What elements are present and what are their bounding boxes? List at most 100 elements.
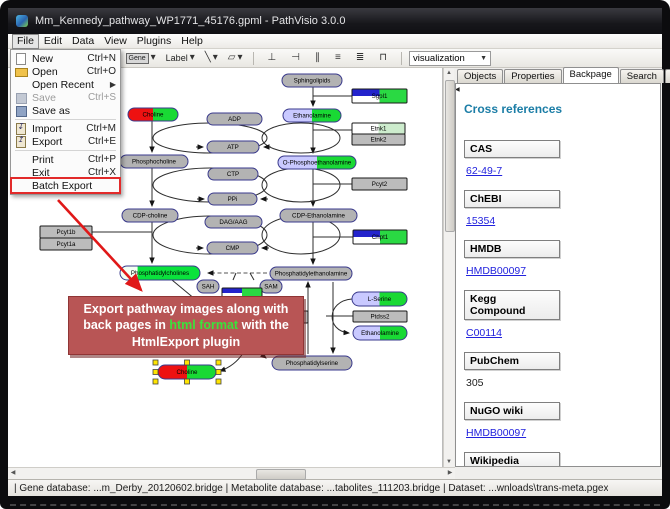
- distribute-horizontal-icon: ∥: [315, 53, 320, 63]
- menu-item-shortcut: Ctrl+O: [87, 66, 116, 77]
- distribute-vertical-button[interactable]: ≡: [332, 50, 344, 66]
- pathway-node-cmp[interactable]: CMP: [207, 242, 258, 254]
- menu-item-save-as[interactable]: Save as: [12, 104, 119, 117]
- xref-link-hmdb00097[interactable]: HMDB00097: [466, 265, 526, 277]
- scroll-right-arrow[interactable]: ▶: [445, 468, 455, 479]
- export-icon: [15, 136, 28, 147]
- line-tool-button[interactable]: ╲ ▾: [202, 50, 221, 66]
- scroll-left-arrow[interactable]: ◀: [8, 468, 18, 479]
- pathway-node-adp[interactable]: ADP: [207, 113, 262, 125]
- pathway-edge: [262, 168, 340, 202]
- distribute-horizontal-button[interactable]: ∥: [312, 50, 323, 66]
- pathway-node-phosphatidylcholines[interactable]: Phosphatidylcholines: [120, 266, 200, 280]
- scroll-up-arrow[interactable]: ▲: [444, 68, 454, 78]
- menu-item-new[interactable]: NewCtrl+N: [12, 52, 119, 65]
- chevron-down-icon: ▾: [190, 53, 195, 63]
- xref-section-title-wikipedia: Wikipedia: [464, 452, 560, 467]
- pathway-node-atp[interactable]: ATP: [207, 141, 259, 153]
- menubar-item-help[interactable]: Help: [176, 35, 208, 48]
- pathway-node-etnk1[interactable]: Etnk1: [352, 123, 405, 134]
- tab-objects[interactable]: Objects: [457, 69, 503, 83]
- tab-legend[interactable]: Legend: [665, 69, 670, 83]
- pathway-node-cdp-ethanolamine[interactable]: CDP-Ethanolamine: [280, 209, 357, 222]
- pathway-node-o-phosphoethanolamine[interactable]: O-Phosphoethanolamine: [278, 156, 356, 169]
- group-button[interactable]: ⊓: [376, 50, 390, 66]
- pathway-node-phosphatidylserine[interactable]: Phosphatidylserine: [272, 356, 352, 370]
- xref-link-15354[interactable]: 15354: [466, 215, 495, 227]
- cross-references-heading: Cross references: [464, 102, 652, 116]
- canvas-horizontal-scrollbar[interactable]: ◀ ▶: [8, 467, 455, 479]
- pathway-node-cdp-choline[interactable]: CDP-choline: [122, 209, 178, 222]
- pathway-node-ppi[interactable]: PPi: [208, 193, 257, 205]
- add-label-button[interactable]: Label ▾: [163, 50, 198, 66]
- menubar-item-edit[interactable]: Edit: [39, 35, 67, 48]
- menu-item-export[interactable]: ExportCtrl+E: [12, 135, 119, 148]
- xref-section-title-pubchem: PubChem: [464, 352, 560, 370]
- selection-handle[interactable]: [185, 360, 190, 365]
- pathway-node-dag-aag[interactable]: DAG/AAG: [205, 216, 262, 228]
- scroll-down-arrow[interactable]: ▼: [444, 457, 454, 467]
- pathway-node-ptdss2[interactable]: Ptdss2: [353, 311, 407, 322]
- collapse-panel-icon[interactable]: ◀: [455, 84, 462, 96]
- menu-item-label: Open: [32, 66, 81, 78]
- selection-handle[interactable]: [185, 379, 190, 384]
- pathway-node-phosphocholine[interactable]: Phosphocholine: [120, 155, 188, 168]
- pathway-node-chpt1[interactable]: Chpt1: [353, 230, 407, 244]
- align-center-button[interactable]: ⊥: [265, 50, 280, 66]
- selection-handle[interactable]: [216, 360, 221, 365]
- selection-handle[interactable]: [153, 379, 158, 384]
- pathway-node-sah[interactable]: SAH: [197, 280, 219, 293]
- xref-link-c00114[interactable]: C00114: [466, 327, 502, 339]
- add-datanode-button[interactable]: Gene ▾: [123, 50, 159, 66]
- menu-item-label: Save: [32, 92, 82, 104]
- node-label: Phosphatidylethanolamine: [275, 271, 348, 278]
- menubar-item-data[interactable]: Data: [67, 35, 99, 48]
- visualization-combobox[interactable]: visualization ▼: [409, 51, 491, 66]
- tab-properties[interactable]: Properties: [504, 69, 561, 83]
- selection-handle[interactable]: [153, 370, 158, 375]
- xref-value-kegg-compound: C00114: [466, 327, 652, 339]
- xref-link-hmdb00097[interactable]: HMDB00097: [466, 427, 526, 439]
- pathway-node-pcyt1b[interactable]: Pcyt1b: [40, 226, 92, 238]
- pathway-node-pcyt2[interactable]: Pcyt2: [352, 178, 407, 190]
- pathway-node-phosphatidylethanolamine[interactable]: Phosphatidylethanolamine: [270, 267, 352, 280]
- pathway-node-sgpl1[interactable]: Sgpl1: [352, 89, 407, 103]
- selection-handle[interactable]: [153, 360, 158, 365]
- menu-item-print[interactable]: PrintCtrl+P: [12, 153, 119, 166]
- pathway-node-l-serine[interactable]: L-Serine: [352, 292, 407, 306]
- pathway-node-etnk2[interactable]: Etnk2: [352, 134, 405, 145]
- selection-handle[interactable]: [216, 370, 221, 375]
- horizontal-scroll-thumb[interactable]: [256, 469, 306, 480]
- submenu-arrow-icon: ▶: [110, 80, 116, 89]
- pathway-node-sam[interactable]: SAM: [260, 280, 282, 293]
- menu-item-open-recent[interactable]: Open Recent▶: [12, 78, 119, 91]
- pathway-node-ethanolamine-2[interactable]: Ethanolamine: [353, 326, 407, 340]
- selection-handle[interactable]: [216, 379, 221, 384]
- menu-item-batch-export[interactable]: Batch Export: [12, 179, 119, 192]
- canvas-vertical-scrollbar[interactable]: ▲ ▼: [443, 68, 454, 467]
- chevron-down-icon: ▾: [238, 53, 243, 63]
- status-bar: | Gene database: ...m_Derby_20120602.bri…: [8, 479, 662, 496]
- align-middle-button[interactable]: ⊣: [288, 50, 303, 66]
- menubar-item-plugins[interactable]: Plugins: [132, 35, 176, 48]
- xref-link-62-49-7[interactable]: 62-49-7: [466, 165, 502, 177]
- pathway-node-ethanolamine-1[interactable]: Ethanolamine: [283, 109, 341, 122]
- menubar-item-view[interactable]: View: [99, 35, 132, 48]
- toolbar-divider: [401, 52, 402, 65]
- stack-button[interactable]: ≣: [353, 50, 367, 66]
- tab-search[interactable]: Search: [620, 69, 664, 83]
- tab-backpage[interactable]: Backpage: [563, 67, 619, 83]
- pathway-node-choline-top[interactable]: Choline: [128, 108, 178, 121]
- pathway-node-sphingolipids[interactable]: Sphingolipids: [282, 74, 342, 87]
- pathway-node-ctp[interactable]: CTP: [208, 168, 258, 180]
- pathway-node-choline-selected[interactable]: Choline: [153, 360, 221, 384]
- menubar-item-file[interactable]: File: [12, 34, 39, 49]
- menu-item-open[interactable]: Open Ctrl+O: [12, 65, 119, 78]
- menu-bar: FileEditDataViewPluginsHelp: [8, 34, 662, 49]
- menu-item-import[interactable]: ImportCtrl+M: [12, 122, 119, 135]
- menu-item-exit[interactable]: ExitCtrl+X: [12, 166, 119, 179]
- vertical-scroll-thumb[interactable]: [445, 80, 455, 232]
- pathway-node-pcyt1a[interactable]: Pcyt1a: [40, 238, 92, 250]
- annotation-highlight-text: html format: [169, 318, 238, 332]
- shape-tool-button[interactable]: ▱ ▾: [225, 50, 246, 66]
